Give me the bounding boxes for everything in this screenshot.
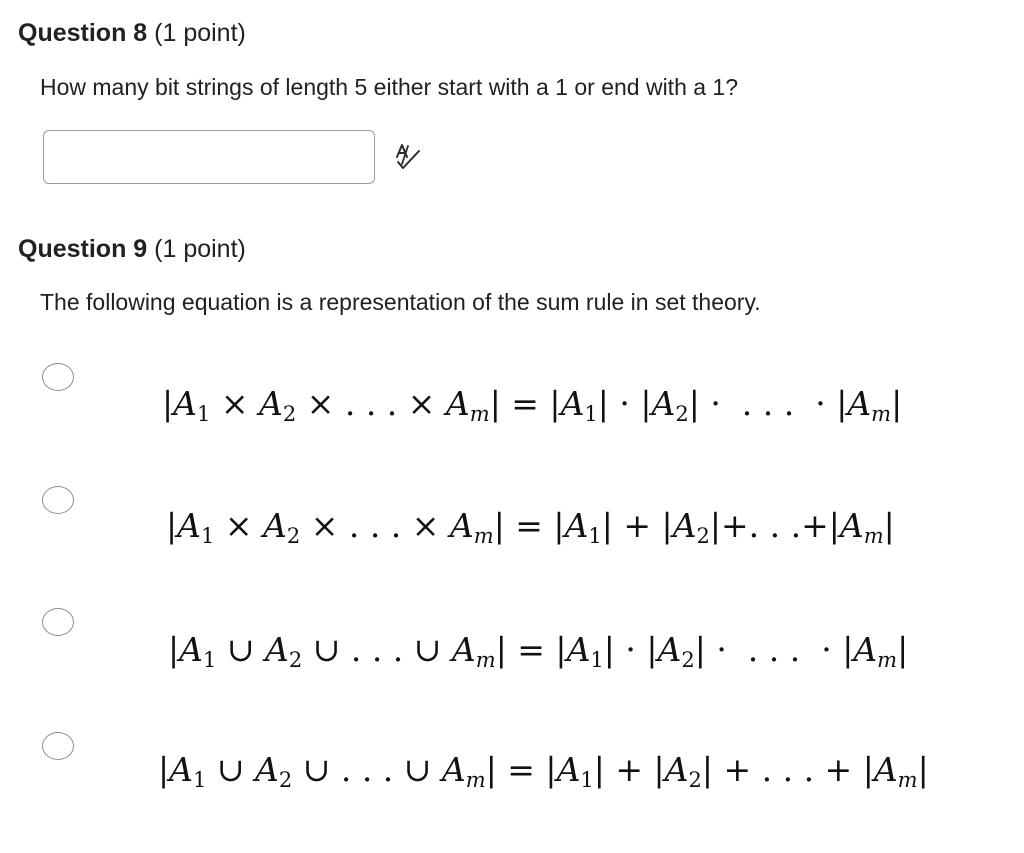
- question-8-header: Question 8 (1 point): [18, 19, 246, 48]
- option-3-radio[interactable]: [42, 608, 74, 636]
- option-4-formula: |A1 ∪ A2 ∪ . . . ∪ Am| = |A1| + |A2| + .…: [158, 750, 929, 792]
- question-9-text: The following equation is a representati…: [40, 289, 761, 315]
- question-8-text: How many bit strings of length 5 either …: [40, 74, 739, 100]
- option-3[interactable]: |A1 ∪ A2 ∪ . . . ∪ Am| = |A1| · |A2| · .…: [0, 608, 1024, 678]
- option-1-formula: |A1 × A2 × . . . × Am| = |A1| · |A2| · .…: [162, 384, 903, 426]
- question-8-number: Question 8: [18, 19, 148, 47]
- question-8-points: (1 point): [154, 19, 246, 47]
- spellcheck-icon[interactable]: [393, 142, 423, 172]
- option-1[interactable]: |A1 × A2 × . . . × Am| = |A1| · |A2| · .…: [0, 361, 1024, 431]
- option-2[interactable]: |A1 × A2 × . . . × Am| = |A1| + |A2|+. .…: [0, 484, 1024, 554]
- option-2-formula: |A1 × A2 × . . . × Am| = |A1| + |A2|+. .…: [166, 506, 895, 548]
- option-1-radio[interactable]: [42, 363, 74, 391]
- question-9-header: Question 9 (1 point): [18, 235, 246, 264]
- option-4-radio[interactable]: [42, 732, 74, 760]
- option-2-radio[interactable]: [42, 486, 74, 514]
- option-4[interactable]: |A1 ∪ A2 ∪ . . . ∪ Am| = |A1| + |A2| + .…: [0, 731, 1024, 801]
- question-8-answer-input[interactable]: [43, 130, 375, 184]
- question-9-points: (1 point): [154, 235, 246, 263]
- question-9-number: Question 9: [18, 235, 148, 263]
- option-3-formula: |A1 ∪ A2 ∪ . . . ∪ Am| = |A1| · |A2| · .…: [168, 630, 909, 672]
